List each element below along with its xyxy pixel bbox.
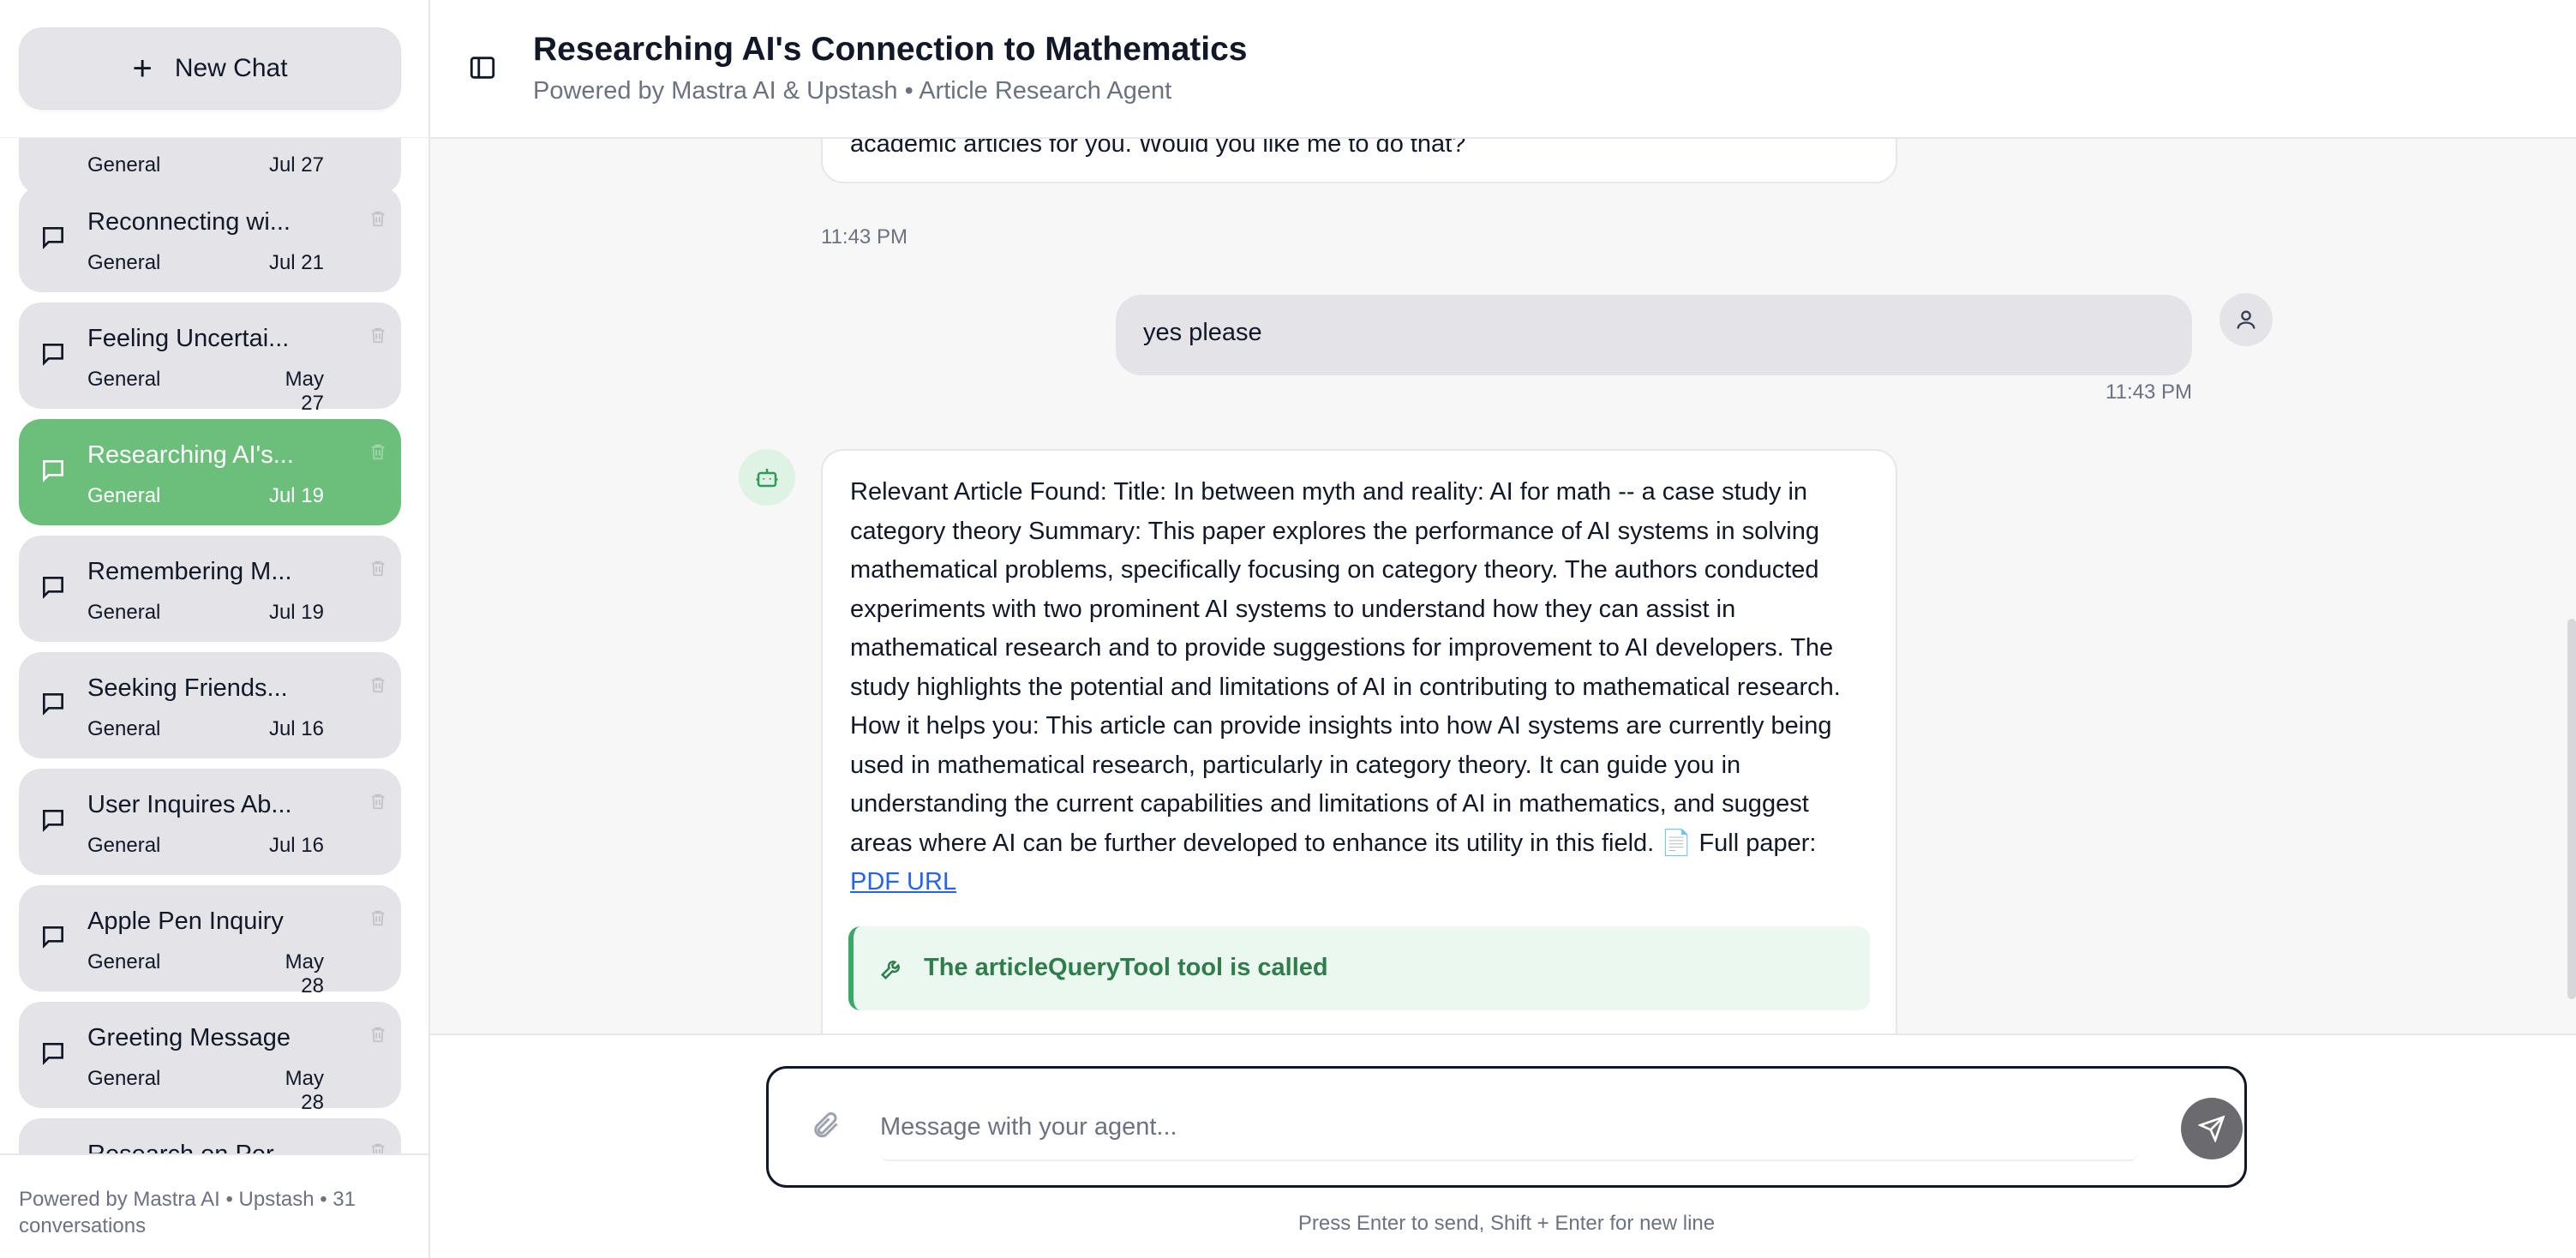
trash-icon[interactable] xyxy=(368,791,387,812)
composer: Press Enter to send, Shift + Enter for n… xyxy=(430,1033,2576,1258)
chat-bubble-icon xyxy=(43,577,63,599)
conversation-title: User Inquires Ab... xyxy=(87,791,292,818)
conversation-item[interactable]: Seeking Friends... General Jul 16 xyxy=(19,652,401,758)
trash-icon[interactable] xyxy=(368,1141,387,1153)
conversation-category: General xyxy=(87,484,161,507)
page-subtitle: Powered by Mastra AI & Upstash • Article… xyxy=(533,77,1172,105)
conversation-item-active[interactable]: Researching AI's... General Jul 19 xyxy=(19,419,401,525)
conversation-title: Apple Pen Inquiry xyxy=(87,908,284,935)
pdf-url-link[interactable]: PDF URL xyxy=(850,868,956,896)
conversation-date: Jul 16 xyxy=(268,717,324,740)
conversation-date: Jul 19 xyxy=(268,484,324,507)
trash-icon[interactable] xyxy=(368,441,387,462)
user-message: yes please xyxy=(1116,295,2192,375)
assistant-message-text: academic articles for you. Would you lik… xyxy=(850,139,1466,158)
page-title: Researching AI's Connection to Mathemati… xyxy=(533,31,1248,68)
conversation-category: General xyxy=(87,1067,161,1090)
assistant-message-text: Relevant Article Found: Title: In betwee… xyxy=(850,473,1872,902)
message-timestamp: 11:43 PM xyxy=(821,225,908,249)
conversation-date: May 27 xyxy=(285,368,324,415)
conversation-title: Reconnecting wi... xyxy=(87,208,291,236)
chat-bubble-icon xyxy=(43,926,63,949)
chat-bubble-icon xyxy=(43,460,63,482)
scrollbar[interactable] xyxy=(2567,619,2576,999)
conversation-item[interactable]: Research on Per... xyxy=(19,1118,401,1153)
user-icon xyxy=(2237,310,2255,329)
new-chat-label: New Chat xyxy=(174,54,288,82)
conversation-title: Researching AI's... xyxy=(87,441,294,469)
assistant-message: academic articles for you. Would you lik… xyxy=(821,139,1897,183)
user-message-text: yes please xyxy=(1143,319,1262,346)
sidebar-footer: Powered by Mastra AI • Upstash • 31 conv… xyxy=(0,1153,428,1258)
sidebar-toggle-icon[interactable] xyxy=(468,53,497,82)
trash-icon[interactable] xyxy=(368,208,387,229)
conversation-category: General xyxy=(87,601,161,624)
message-timestamp: 11:43 PM xyxy=(2106,380,2192,404)
trash-icon[interactable] xyxy=(368,908,387,928)
chat-bubble-icon xyxy=(43,227,63,249)
conversation-date: May 28 xyxy=(285,950,324,997)
conversation-title: Research on Per... xyxy=(87,1141,293,1153)
trash-icon[interactable] xyxy=(368,325,387,345)
wrench-icon xyxy=(880,960,900,979)
conversation-date: May 28 xyxy=(285,1067,324,1114)
chat-bubble-icon xyxy=(43,693,63,716)
conversation-category: General xyxy=(87,950,161,973)
chat-bubble-icon xyxy=(43,1043,63,1065)
conversation-date: Jul 16 xyxy=(268,834,324,857)
send-icon xyxy=(2198,1115,2226,1142)
conversation-title: Seeking Friends... xyxy=(87,674,288,702)
user-avatar xyxy=(2220,293,2273,346)
conversation-date: Jul 27 xyxy=(268,153,324,177)
trash-icon[interactable] xyxy=(368,558,387,578)
conversation-category: General xyxy=(87,834,161,857)
trash-icon[interactable] xyxy=(368,674,387,695)
assistant-message: Relevant Article Found: Title: In betwee… xyxy=(821,449,1897,1033)
new-chat-button[interactable]: + New Chat xyxy=(19,27,401,110)
chat-bubble-icon xyxy=(43,810,63,832)
conversation-item[interactable]: User Inquires Ab... General Jul 16 xyxy=(19,769,401,875)
trash-icon[interactable] xyxy=(368,1024,387,1045)
article-summary-text: Relevant Article Found: Title: In betwee… xyxy=(850,478,1841,857)
plus-icon: + xyxy=(132,50,153,87)
conversation-item[interactable]: Remembering M... General Jul 19 xyxy=(19,536,401,642)
assistant-avatar xyxy=(739,449,795,506)
tool-call-label: The articleQueryTool tool is called xyxy=(924,953,1328,981)
conversation-item[interactable]: Apple Pen Inquiry General May 28 xyxy=(19,885,401,997)
conversation-title: Remembering M... xyxy=(87,558,292,585)
composer-box xyxy=(766,1066,2247,1188)
conversation-category: General xyxy=(87,251,161,274)
message-input[interactable] xyxy=(880,1094,2138,1161)
input-hint: Press Enter to send, Shift + Enter for n… xyxy=(1297,1212,1716,1235)
conversation-date: Jul 21 xyxy=(268,251,324,274)
conversation-list[interactable]: General Jul 27 Reconnecting wi... Genera… xyxy=(0,137,428,1153)
conversation-title: Feeling Uncertai... xyxy=(87,325,290,352)
bot-icon xyxy=(756,469,778,488)
conversation-item[interactable]: Reconnecting wi... General Jul 21 xyxy=(19,186,401,292)
chat-bubble-icon xyxy=(43,344,63,366)
conversation-category: General xyxy=(87,153,161,177)
conversation-item[interactable]: Feeling Uncertai... General May 27 xyxy=(19,303,401,415)
conversation-category: General xyxy=(87,368,161,391)
conversation-category: General xyxy=(87,717,161,740)
sidebar: + New Chat General Jul 27 Reconnecting w… xyxy=(0,0,430,1258)
send-button[interactable] xyxy=(2181,1098,2243,1159)
tool-call-callout: The articleQueryTool tool is called xyxy=(848,926,1870,1010)
message-list[interactable]: academic articles for you. Would you lik… xyxy=(430,139,2576,1033)
paperclip-icon[interactable] xyxy=(810,1110,841,1141)
conversation-title: Greeting Message xyxy=(87,1024,291,1051)
conversation-item[interactable]: Greeting Message General May 28 xyxy=(19,1002,401,1114)
conversation-date: Jul 19 xyxy=(268,601,324,624)
chat-header: Researching AI's Connection to Mathemati… xyxy=(430,0,2576,139)
